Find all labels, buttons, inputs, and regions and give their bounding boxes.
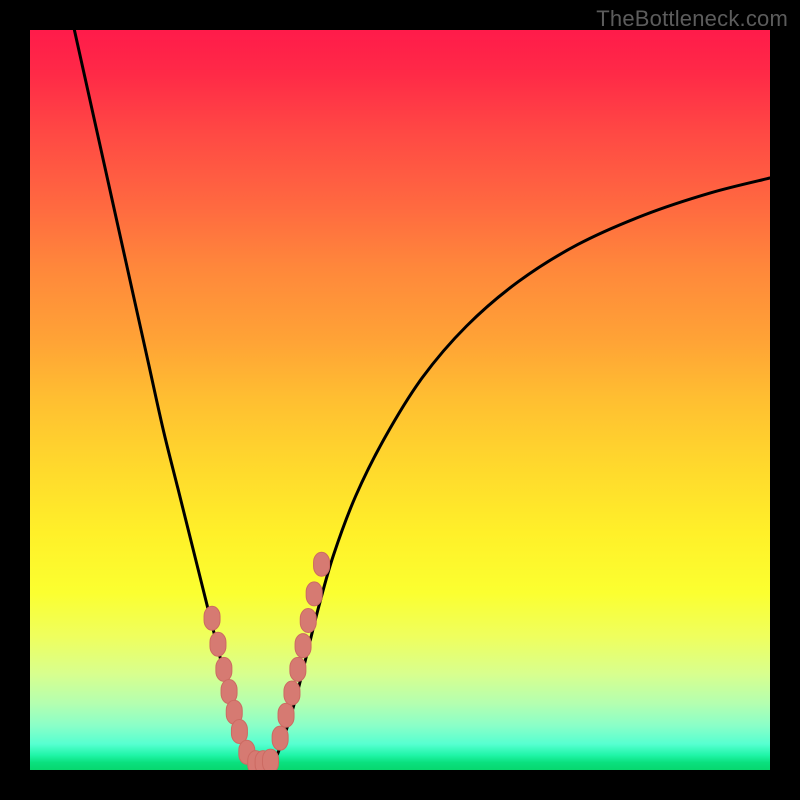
marker-point	[306, 582, 322, 606]
marker-point	[231, 720, 247, 744]
marker-point	[314, 552, 330, 576]
bottleneck-curve	[74, 30, 770, 763]
marker-point	[290, 657, 306, 681]
marker-point	[300, 609, 316, 633]
marker-point	[284, 681, 300, 705]
curve-right-branch	[274, 178, 770, 763]
marker-point	[210, 632, 226, 656]
marker-point	[204, 606, 220, 630]
marker-point	[263, 749, 279, 770]
curve-left-branch	[74, 30, 252, 763]
marker-point	[295, 634, 311, 658]
marker-point	[216, 657, 232, 681]
curve-layer	[30, 30, 770, 770]
outer-frame: TheBottleneck.com	[0, 0, 800, 800]
marker-point	[272, 726, 288, 750]
watermark-text: TheBottleneck.com	[596, 6, 788, 32]
marker-point	[278, 703, 294, 727]
marker-cluster	[204, 552, 330, 770]
plot-area	[30, 30, 770, 770]
